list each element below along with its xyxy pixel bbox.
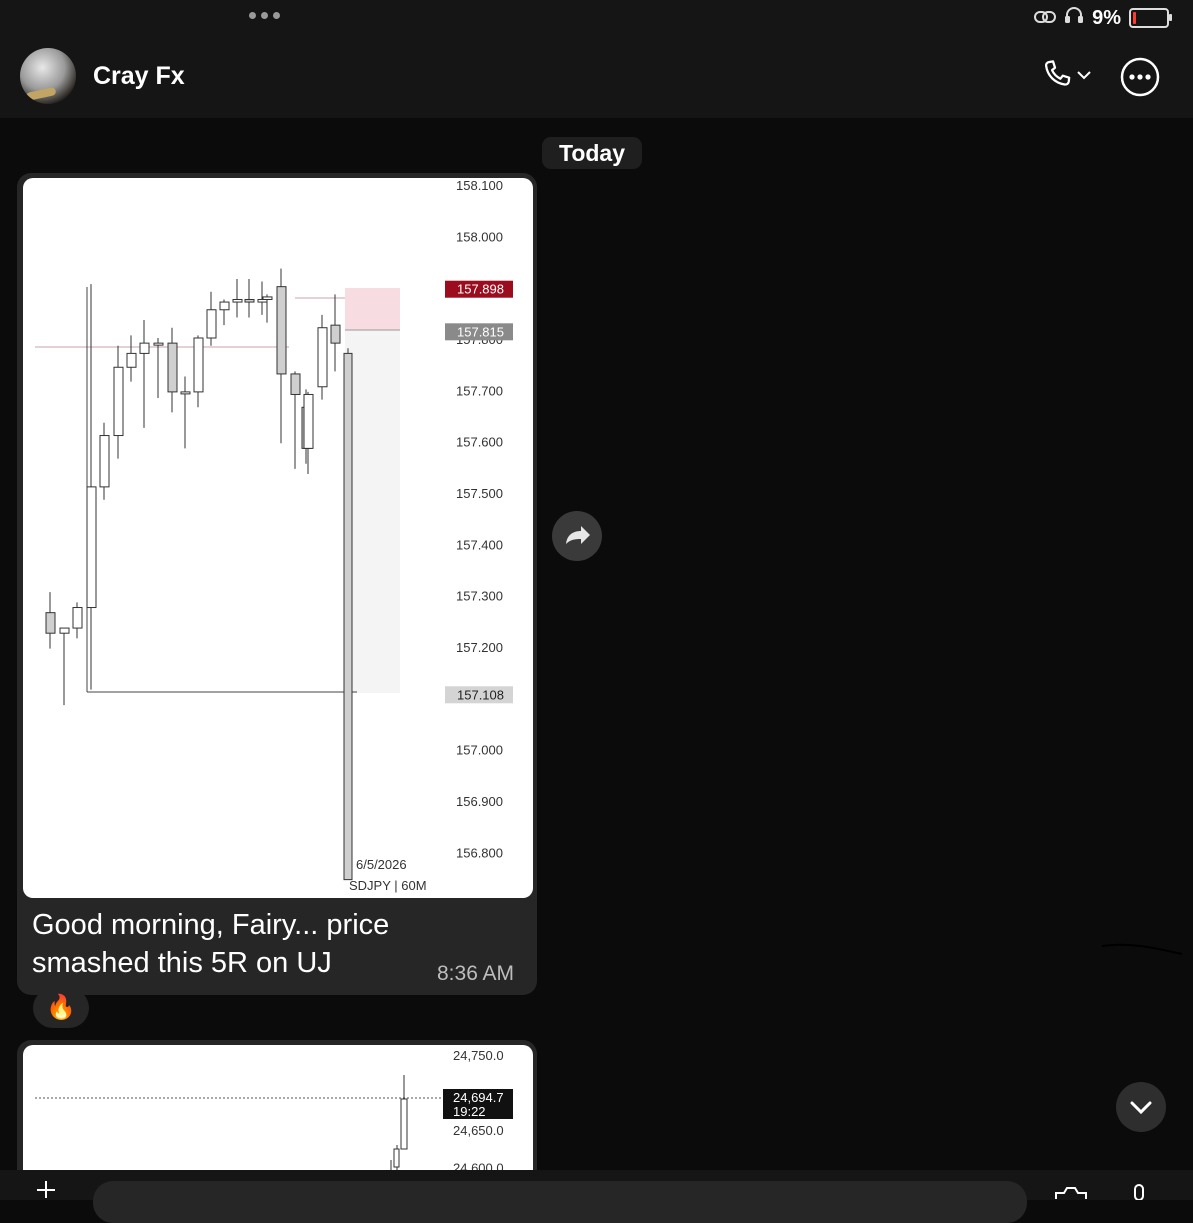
current-price-label: 24,694.7 (453, 1090, 504, 1105)
price-label: 157.108 (457, 687, 504, 702)
candle (219, 301, 230, 311)
candle (113, 366, 124, 437)
price-label: 157.815 (457, 324, 504, 339)
y-tick-label: 157.600 (456, 435, 503, 450)
y-tick-label: 156.800 (456, 845, 503, 860)
chart-image-attachment[interactable]: 158.100158.000157.800157.700157.600157.5… (23, 178, 533, 898)
candle (393, 1148, 400, 1168)
y-tick-label: 157.200 (456, 640, 503, 655)
candle (167, 342, 178, 393)
y-tick-label: 156.900 (456, 794, 503, 809)
contact-name[interactable]: Cray Fx (93, 62, 185, 91)
battery-icon (1129, 8, 1172, 28)
candlestick-chart: 158.100158.000157.800157.700157.600157.5… (35, 178, 513, 893)
y-tick-label: 157.000 (456, 743, 503, 758)
message-text: Good morning, Fairy... price smashed thi… (32, 909, 390, 979)
candle (262, 296, 273, 300)
candle (400, 1098, 408, 1150)
y-tick-label: 158.100 (456, 178, 503, 193)
chart-date-label: 6/5/2026 (356, 857, 407, 872)
candle (180, 391, 191, 395)
scroll-to-bottom-button[interactable] (1116, 1082, 1166, 1132)
battery-percent: 9% (1092, 6, 1121, 29)
y-tick-label: 24,650.0 (453, 1123, 504, 1138)
more-options-button[interactable] (1119, 56, 1161, 103)
forward-icon (552, 526, 602, 565)
candle (303, 393, 314, 449)
call-button[interactable] (1040, 56, 1092, 97)
candle (86, 486, 97, 609)
link-icon (1034, 7, 1057, 30)
reaction-badge[interactable]: 🔥 (33, 988, 89, 1028)
candle (232, 298, 243, 303)
message-input[interactable] (93, 1181, 1027, 1223)
candle (244, 298, 255, 303)
candle (317, 327, 328, 388)
y-tick-label: 157.500 (456, 486, 503, 501)
camera-button[interactable] (1052, 1185, 1090, 1200)
status-bar: 9% (0, 0, 1193, 40)
avatar[interactable] (20, 48, 76, 104)
phone-icon (1040, 56, 1074, 97)
stop-loss-zone (345, 288, 400, 330)
y-tick-label: 157.700 (456, 383, 503, 398)
y-tick-label: 157.400 (456, 537, 503, 552)
battery-level (1133, 12, 1136, 24)
message-time: 8:36 AM (437, 962, 515, 985)
multitasking-dots-icon[interactable] (249, 12, 280, 19)
chevron-down-icon (1076, 68, 1092, 86)
date-separator: Today (542, 137, 642, 169)
microphone-button[interactable] (1130, 1183, 1148, 1201)
y-tick-label: 157.300 (456, 589, 503, 604)
candle (72, 607, 83, 629)
plus-icon (36, 1181, 56, 1202)
candle (206, 309, 217, 339)
scribble-mark (1101, 943, 1183, 955)
y-tick-label: 24,750.0 (453, 1048, 504, 1063)
chat-header: Cray Fx (0, 40, 1193, 118)
chart-symbol-label: SDJPY | 60M (349, 878, 427, 893)
price-label: 157.898 (457, 282, 504, 297)
more-options-icon (1119, 57, 1161, 102)
candle (193, 337, 204, 393)
current-price-timer: 19:22 (453, 1104, 486, 1119)
take-profit-zone (345, 330, 400, 693)
candle (59, 627, 70, 634)
camera-icon (1052, 1187, 1090, 1204)
chevron-down-icon (1116, 1101, 1166, 1136)
attach-button[interactable] (36, 1178, 56, 1200)
candle (290, 373, 301, 395)
status-indicators: 9% (1034, 6, 1172, 30)
candle (276, 286, 287, 375)
microphone-icon (1130, 1184, 1148, 1204)
y-tick-label: 158.000 (456, 229, 503, 244)
candle (330, 324, 341, 344)
forward-button[interactable] (552, 511, 602, 561)
candle (343, 352, 353, 881)
candle (99, 435, 110, 488)
candle (153, 342, 164, 346)
headphones-icon (1064, 6, 1084, 30)
candle (45, 612, 56, 634)
candle (126, 352, 137, 368)
candle (139, 342, 150, 354)
